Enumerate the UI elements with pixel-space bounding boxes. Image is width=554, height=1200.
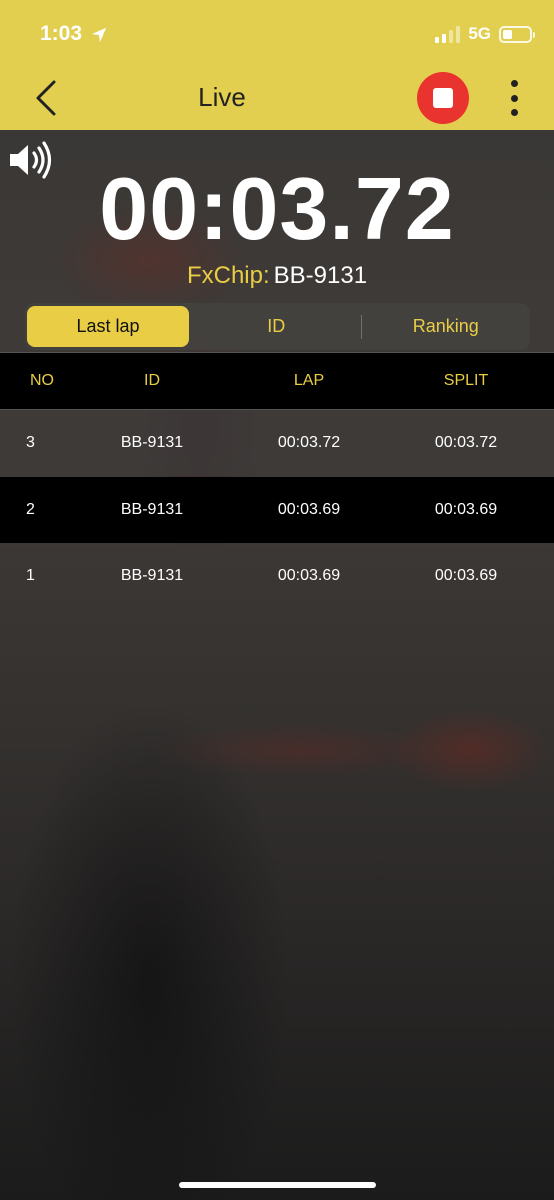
view-tabs: Last lap ID Ranking — [25, 303, 530, 350]
chip-value: BB-9131 — [273, 262, 368, 289]
tab-id[interactable]: ID — [195, 306, 358, 347]
cell-id: BB-9131 — [120, 501, 184, 518]
cell-id: BB-9131 — [120, 567, 184, 584]
cell-id: BB-9131 — [120, 434, 184, 451]
tab-divider — [360, 314, 362, 339]
battery-icon — [499, 25, 535, 43]
stop-button[interactable] — [417, 72, 469, 124]
table-row[interactable]: 1 BB-9131 00:03.69 00:03.69 — [0, 543, 554, 609]
cell-lap: 00:03.69 — [277, 501, 341, 518]
network-type: 5G — [468, 24, 491, 43]
chip-label: FxChip: — [186, 262, 270, 289]
column-header-lap: LAP — [293, 372, 325, 389]
cell-lap: 00:03.72 — [277, 434, 341, 451]
chip-info: FxChip: BB-9131 — [0, 262, 554, 290]
more-vertical-icon[interactable] — [506, 80, 522, 116]
home-indicator[interactable] — [179, 1182, 376, 1188]
table-header: NO ID LAP SPLIT — [0, 352, 554, 410]
cell-split: 00:03.69 — [434, 501, 498, 518]
cell-split: 00:03.69 — [434, 567, 498, 584]
page-title: Live — [198, 82, 246, 112]
table-row[interactable]: 2 BB-9131 00:03.69 00:03.69 — [0, 477, 554, 543]
lap-timer: 00:03.72 — [99, 159, 455, 258]
stop-icon — [433, 88, 453, 108]
tab-ranking[interactable]: Ranking — [365, 306, 528, 347]
cell-no: 3 — [26, 434, 35, 451]
column-header-id: ID — [144, 372, 160, 389]
cell-no: 1 — [26, 567, 35, 584]
table-row[interactable]: 3 BB-9131 00:03.72 00:03.72 — [0, 410, 554, 476]
live-screen: 1:03 5G Live 00:03.72 FxChip: BB-9131 La… — [0, 0, 554, 1200]
column-header-split: SPLIT — [443, 372, 489, 389]
column-header-no: NO — [30, 372, 54, 389]
signal-icon — [435, 25, 461, 43]
status-time: 1:03 — [40, 22, 83, 45]
app-header: 1:03 5G Live — [0, 0, 554, 130]
status-indicators: 5G — [435, 24, 535, 44]
location-arrow-icon — [91, 27, 107, 43]
background-image — [0, 130, 554, 1200]
tab-last-lap[interactable]: Last lap — [27, 306, 189, 347]
cell-lap: 00:03.69 — [277, 567, 341, 584]
cell-split: 00:03.72 — [434, 434, 498, 451]
cell-no: 2 — [26, 501, 35, 518]
